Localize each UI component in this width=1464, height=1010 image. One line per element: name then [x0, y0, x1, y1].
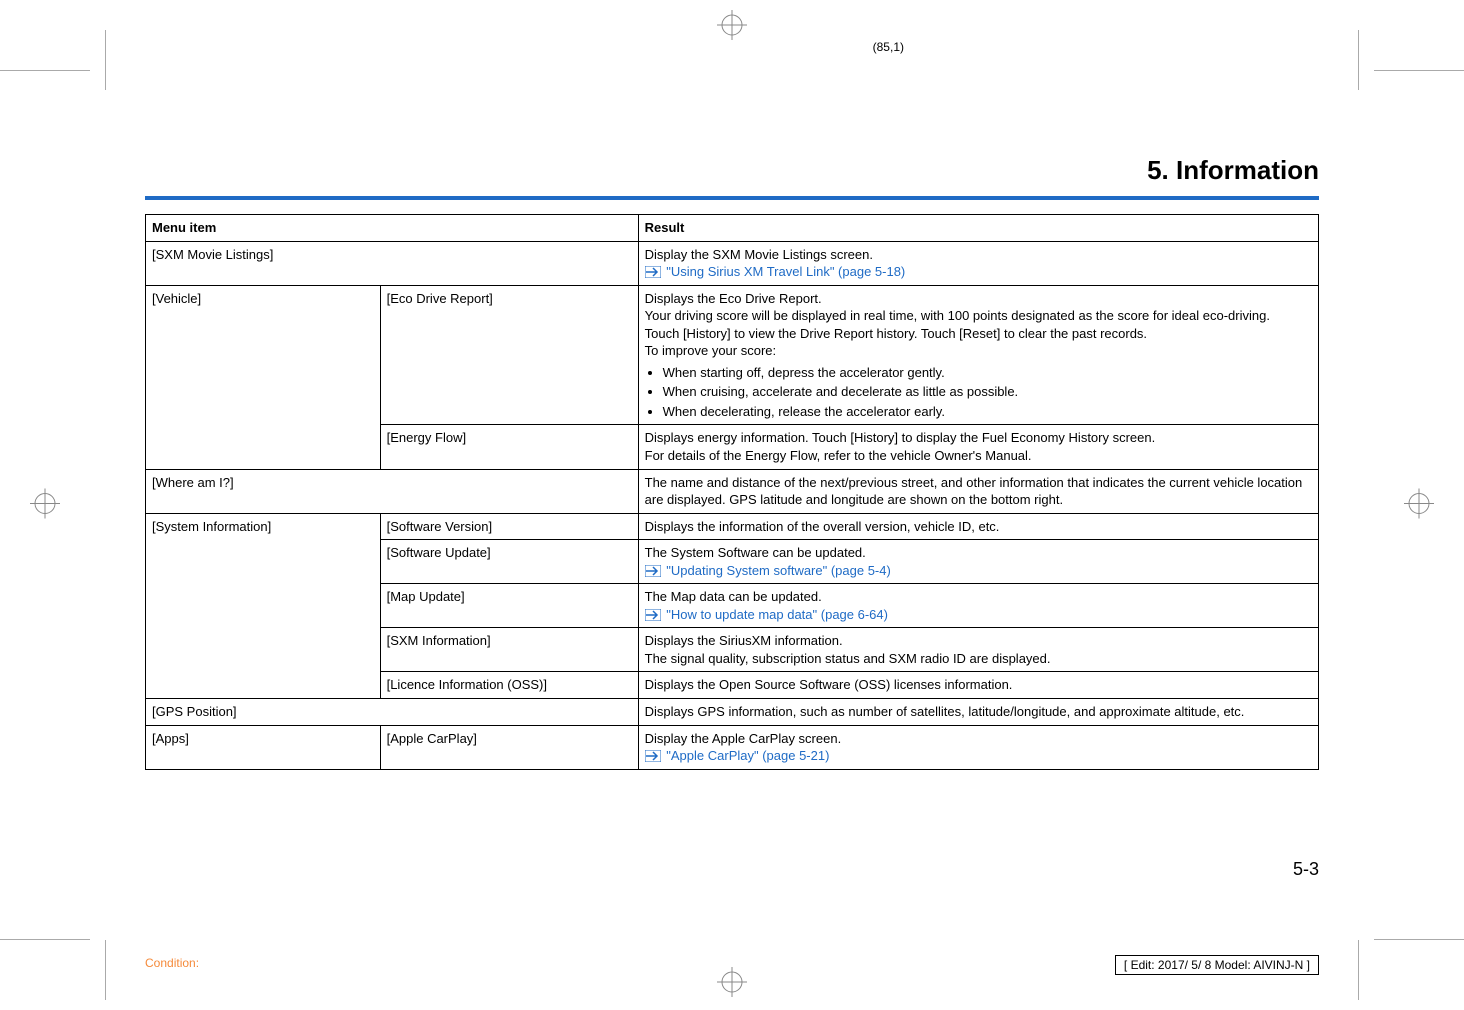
reference-icon — [645, 606, 663, 624]
bullet-item: When starting off, depress the accelerat… — [663, 362, 1312, 382]
chapter-title: 5. Information — [145, 155, 1319, 186]
result-cell: Displays the information of the overall … — [638, 513, 1318, 540]
result-text: Your driving score will be displayed in … — [645, 308, 1270, 323]
submenu-cell: [Eco Drive Report] — [380, 285, 638, 425]
registration-mark-icon — [717, 967, 747, 1000]
submenu-cell: [Licence Information (OSS)] — [380, 672, 638, 699]
reference-link[interactable]: "Updating System software" (page 5-4) — [666, 563, 891, 578]
table-header-result: Result — [638, 215, 1318, 242]
menu-result-table: Menu item Result [SXM Movie Listings] Di… — [145, 214, 1319, 770]
table-row: [SXM Movie Listings] Display the SXM Mov… — [146, 241, 1319, 285]
reference-icon — [645, 263, 663, 281]
result-cell: The name and distance of the next/previo… — [638, 469, 1318, 513]
table-row: [System Information] [Software Version] … — [146, 513, 1319, 540]
registration-mark-icon — [717, 10, 747, 43]
result-text: Displays energy information. Touch [Hist… — [645, 430, 1156, 445]
menu-item-cell: [SXM Movie Listings] — [146, 241, 639, 285]
result-cell: Displays the Eco Drive Report. Your driv… — [638, 285, 1318, 425]
submenu-cell: [SXM Information] — [380, 628, 638, 672]
menu-item-cell: [Apps] — [146, 725, 381, 769]
menu-item-cell: [Vehicle] — [146, 285, 381, 469]
result-text: Touch [History] to view the Drive Report… — [645, 326, 1147, 341]
reference-link[interactable]: "Apple CarPlay" (page 5-21) — [666, 748, 829, 763]
result-cell: Display the Apple CarPlay screen. "Apple… — [638, 725, 1318, 769]
submenu-cell: [Apple CarPlay] — [380, 725, 638, 769]
menu-item-cell: [System Information] — [146, 513, 381, 698]
reference-link[interactable]: "Using Sirius XM Travel Link" (page 5-18… — [666, 264, 905, 279]
reference-icon — [645, 747, 663, 765]
registration-mark-icon — [1404, 489, 1434, 522]
result-cell: Displays the SiriusXM information. The s… — [638, 628, 1318, 672]
submenu-cell: [Software Update] — [380, 540, 638, 584]
bullet-item: When decelerating, release the accelerat… — [663, 401, 1312, 421]
registration-mark-icon — [30, 489, 60, 522]
condition-label: Condition: — [145, 956, 199, 970]
result-text: For details of the Energy Flow, refer to… — [645, 448, 1032, 463]
result-cell: Displays the Open Source Software (OSS) … — [638, 672, 1318, 699]
result-text: The Map data can be updated. — [645, 589, 822, 604]
submenu-cell: [Software Version] — [380, 513, 638, 540]
reference-link[interactable]: "How to update map data" (page 6-64) — [666, 607, 888, 622]
table-row: [GPS Position] Displays GPS information,… — [146, 699, 1319, 726]
result-cell: The Map data can be updated. "How to upd… — [638, 584, 1318, 628]
submenu-cell: [Energy Flow] — [380, 425, 638, 469]
result-text: Displays the SiriusXM information. — [645, 633, 843, 648]
table-header-menu: Menu item — [146, 215, 639, 242]
result-text: Displays the Eco Drive Report. — [645, 291, 822, 306]
table-row: [Apps] [Apple CarPlay] Display the Apple… — [146, 725, 1319, 769]
menu-item-cell: [Where am I?] — [146, 469, 639, 513]
bullet-item: When cruising, accelerate and decelerate… — [663, 381, 1312, 401]
result-cell: Displays energy information. Touch [Hist… — [638, 425, 1318, 469]
page-coordinate-label: (85,1) — [873, 40, 904, 54]
result-text: The System Software can be updated. — [645, 545, 866, 560]
menu-item-cell: [GPS Position] — [146, 699, 639, 726]
result-text: To improve your score: — [645, 343, 777, 358]
horizontal-rule — [145, 196, 1319, 200]
table-row: [Where am I?] The name and distance of t… — [146, 469, 1319, 513]
table-row: [Vehicle] [Eco Drive Report] Displays th… — [146, 285, 1319, 425]
result-cell: Displays GPS information, such as number… — [638, 699, 1318, 726]
result-cell: Display the SXM Movie Listings screen. "… — [638, 241, 1318, 285]
result-text: Display the Apple CarPlay screen. — [645, 731, 842, 746]
page-number: 5-3 — [1293, 859, 1319, 880]
result-cell: The System Software can be updated. "Upd… — [638, 540, 1318, 584]
edit-info-box: [ Edit: 2017/ 5/ 8 Model: AIVINJ-N ] — [1115, 955, 1319, 975]
submenu-cell: [Map Update] — [380, 584, 638, 628]
result-text: The signal quality, subscription status … — [645, 651, 1051, 666]
result-text: Display the SXM Movie Listings screen. — [645, 247, 873, 262]
reference-icon — [645, 562, 663, 580]
